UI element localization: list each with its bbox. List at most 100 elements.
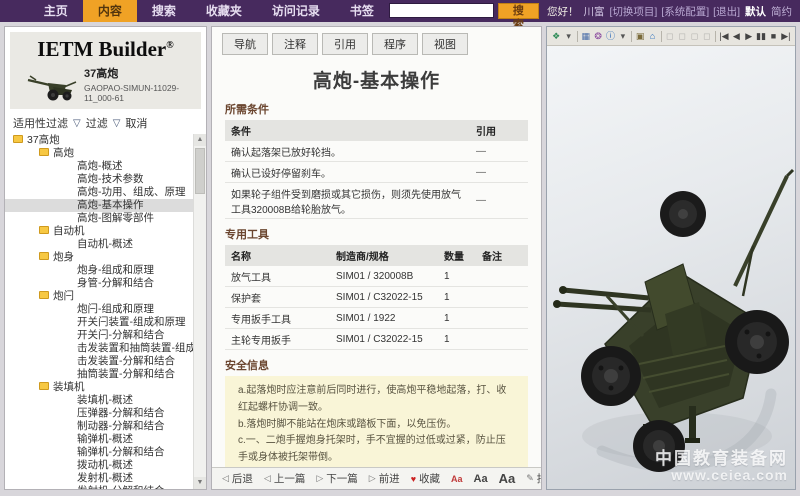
stop-icon[interactable]: ■	[767, 28, 779, 45]
tree-item[interactable]: 拨动机-概述	[5, 459, 193, 472]
nav-item[interactable]: 内容	[83, 0, 137, 22]
skip-end-icon[interactable]: ▶|	[780, 28, 792, 45]
system-config-link[interactable]: [系统配置]	[661, 4, 709, 19]
dropdown-arrow-icon[interactable]: ▾	[562, 28, 574, 45]
tree-item[interactable]: 高炮-图解零部件	[5, 212, 193, 225]
col-ref: 引用	[470, 120, 528, 141]
document-tab[interactable]: 引用	[322, 33, 368, 55]
views-icon[interactable]: ▦	[580, 28, 592, 45]
tree-item[interactable]: 高炮-技术参数	[5, 173, 193, 186]
table-row: 如果轮子组件受到磨损或其它损伤，则须先使用放气工具320008B给轮胎放气。 —	[225, 183, 528, 219]
footer-button-icon: ♥	[411, 474, 416, 484]
tool-qty-cell: 1	[438, 266, 476, 287]
scroll-down-arrow-icon[interactable]: ▼	[194, 477, 206, 489]
footer-button-icon: ▷	[316, 473, 323, 484]
folder-icon	[39, 252, 49, 260]
tool-qty-cell: 1	[438, 329, 476, 350]
step-back-icon[interactable]: ◀	[730, 28, 742, 45]
tree-item[interactable]: 制动器-分解和结合	[5, 420, 193, 433]
dropdown-arrow-icon[interactable]: ▾	[617, 28, 629, 45]
tree-item[interactable]: 高炮-基本操作	[5, 199, 193, 212]
favorite-button[interactable]: ♥收藏	[411, 471, 440, 486]
scrollbar-thumb[interactable]	[195, 148, 205, 194]
ref-cell: —	[470, 183, 528, 219]
home-view-icon[interactable]: ⌂	[646, 28, 658, 45]
tree-item[interactable]: 输弹机-分解和结合	[5, 446, 193, 459]
switch-project-link[interactable]: [切换项目]	[609, 4, 657, 19]
nav-item[interactable]: 搜索	[137, 0, 191, 22]
tree-item[interactable]: 抽筒装置-分解和结合	[5, 368, 193, 381]
logout-link[interactable]: [退出]	[713, 4, 740, 19]
filter-cancel-button[interactable]: 取消	[125, 115, 147, 131]
conditions-heading: 所需条件	[225, 101, 528, 117]
nav-item[interactable]: 访问记录	[257, 0, 335, 22]
search-button[interactable]: 搜索	[498, 3, 539, 19]
back-button[interactable]: ◁后退	[222, 471, 253, 486]
condition-cell: 确认已设好停留刹车。	[225, 162, 470, 183]
tree-item[interactable]: 炮闩	[5, 290, 193, 303]
info-icon[interactable]: ⓘ	[604, 28, 616, 45]
tool-name-cell: 保护套	[225, 287, 330, 308]
footer-button-icon: ◁	[222, 473, 229, 484]
font-large-button[interactable]: Aa	[499, 471, 516, 486]
document-tab[interactable]: 程序	[372, 33, 418, 55]
font-small-button[interactable]: Aa	[451, 474, 463, 484]
table-row: 保护套 SIM01 / C32022-15 1	[225, 287, 528, 308]
tree-item[interactable]: 炮身-组成和原理	[5, 264, 193, 277]
prev-article-button[interactable]: ◁上一篇	[264, 471, 305, 486]
condition-cell: 如果轮子组件受到磨损或其它损伤，则须先使用放气工具320008B给轮胎放气。	[225, 183, 470, 219]
tree-item[interactable]: 输弹机-概述	[5, 433, 193, 446]
nav-item[interactable]: 书签	[335, 0, 389, 22]
document-tab[interactable]: 注释	[272, 33, 318, 55]
tree-item[interactable]: 炮身	[5, 251, 193, 264]
tree-item[interactable]: 击发装置-分解和结合	[5, 355, 193, 368]
tree-item[interactable]: 开关闩装置-组成和原理	[5, 316, 193, 329]
top-navigation: 主页内容搜索收藏夹访问记录书签 搜索 您好！ 川富 [切换项目][系统配置][退…	[0, 0, 800, 22]
tree-item[interactable]: 37高炮	[5, 134, 193, 147]
tree-item[interactable]: 身管-分解和结合	[5, 277, 193, 290]
scroll-up-arrow-icon[interactable]: ▲	[194, 134, 206, 146]
tree-item[interactable]: 自动机-概述	[5, 238, 193, 251]
next-article-button[interactable]: ▷下一篇	[316, 471, 357, 486]
3d-viewport[interactable]: 中国教育装备网 www.ceiea.com	[547, 46, 795, 489]
username-text: 川富	[583, 4, 604, 19]
nav-item[interactable]: 收藏夹	[191, 0, 257, 22]
tree-item[interactable]: 高炮-功用、组成、原理	[5, 186, 193, 199]
annotation-manage-button[interactable]: ✎批注管理	[526, 471, 542, 486]
brand-box: IETM Builder® 37高炮 GAOPAO-SIMUN-11029-11…	[10, 32, 201, 109]
search-input[interactable]	[389, 3, 494, 18]
tree-item[interactable]: 击发装置和抽筒装置-组成和原理	[5, 342, 193, 355]
tool-note-cell	[476, 287, 528, 308]
tree-item[interactable]: 压弹器-分解和结合	[5, 407, 193, 420]
tool-mfg-cell: SIM01 / 320008B	[330, 266, 438, 287]
theme-simple-toggle[interactable]: 简约	[771, 4, 792, 19]
artillery-3d-model	[547, 46, 795, 489]
document-tab[interactable]: 导航	[222, 33, 268, 55]
tree-scrollbar[interactable]: ▲ ▼	[193, 134, 206, 489]
tree-item[interactable]: 装填机-概述	[5, 394, 193, 407]
user-area: 您好！ 川富 [切换项目][系统配置][退出] 默认 简约	[547, 0, 800, 22]
document-panel: 导航注释引用程序视图 高炮-基本操作 所需条件 条件 引用 确认起落架已放好轮挡…	[211, 26, 542, 490]
tree-item[interactable]: 装填机	[5, 381, 193, 394]
theme-default-toggle[interactable]: 默认	[745, 4, 766, 19]
document-tab[interactable]: 视图	[422, 33, 468, 55]
tree-item[interactable]: 发射机-分解和结合	[5, 485, 193, 489]
tree-item[interactable]: 炮闩-组成和原理	[5, 303, 193, 316]
skip-start-icon[interactable]: |◀	[718, 28, 730, 45]
render-mode-icon[interactable]: ❂	[592, 28, 604, 45]
tree-item[interactable]: 自动机	[5, 225, 193, 238]
pause-icon[interactable]: ▮▮	[755, 28, 767, 45]
table-row: 专用扳手工具 SIM01 / 1922 1	[225, 308, 528, 329]
play-icon[interactable]: ▶	[743, 28, 755, 45]
tree-item[interactable]: 高炮-概述	[5, 160, 193, 173]
model-tree-icon[interactable]: ❖	[550, 28, 562, 45]
tree-item[interactable]: 高炮	[5, 147, 193, 160]
nav-item[interactable]: 主页	[29, 0, 83, 22]
tree-item[interactable]: 发射机-概述	[5, 472, 193, 485]
font-medium-button[interactable]: Aa	[474, 473, 488, 485]
registered-mark: ®	[166, 40, 173, 51]
forward-button[interactable]: ▷前进	[369, 471, 400, 486]
filter-apply-button[interactable]: 过滤	[86, 115, 108, 131]
section-box-icon[interactable]: ▣	[634, 28, 646, 45]
tree-item[interactable]: 开关闩-分解和结合	[5, 329, 193, 342]
